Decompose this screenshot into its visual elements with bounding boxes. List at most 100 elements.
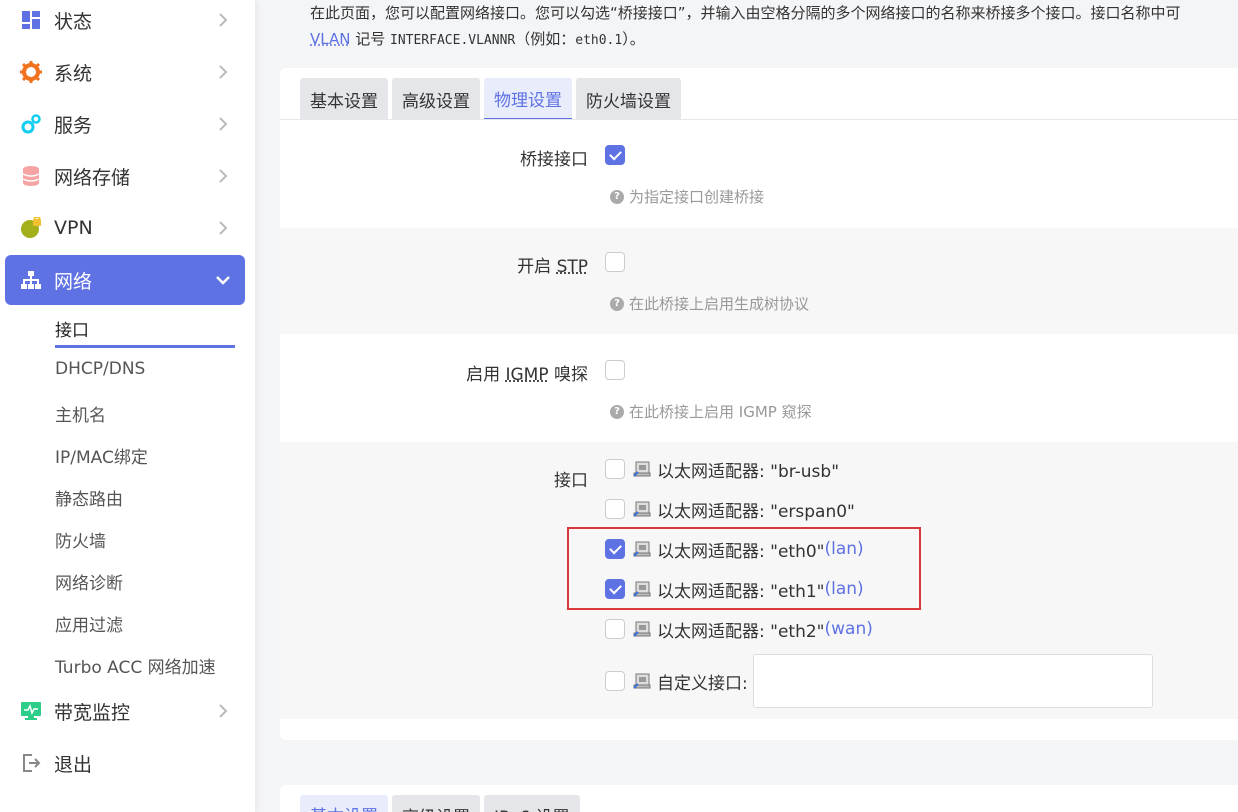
interface-checkbox[interactable]	[605, 619, 625, 639]
interface-option-erspan0[interactable]: 以太网适配器: "erspan0"	[605, 497, 855, 521]
sidebar-item-status[interactable]: 状态	[5, 0, 245, 45]
globe-lock-icon	[20, 217, 42, 239]
sitemap-icon	[20, 269, 42, 291]
chevron-right-icon	[213, 65, 233, 79]
tab-advanced-settings[interactable]: 高级设置	[392, 78, 480, 120]
bridge-hint: ? 为指定接口创建桥接	[610, 186, 764, 207]
bridge-section	[280, 120, 1238, 228]
hint-text: 在此桥接上启用生成树协议	[629, 293, 809, 314]
sidebar-subitem-dhcp-dns[interactable]: DHCP/DNS	[55, 359, 145, 379]
description-text: 记号	[350, 30, 390, 48]
gear-icon	[20, 61, 42, 83]
chevron-down-icon	[213, 275, 233, 285]
interface-option-eth2[interactable]: 以太网适配器: "eth2" (wan)	[605, 617, 873, 641]
bridge-label: 桥接接口	[520, 145, 588, 170]
sidebar-subitem-hostnames[interactable]: 主机名	[55, 401, 106, 426]
igmp-abbr: IGMP	[505, 365, 548, 385]
chevron-right-icon	[213, 221, 233, 235]
label-text: 嗅探	[549, 365, 588, 385]
custom-interface-option[interactable]: 自定义接口:	[605, 654, 1153, 708]
tab-ipv6-settings[interactable]: IPv6 设置	[484, 795, 580, 812]
sidebar-item-label: 网络存储	[54, 163, 213, 190]
label-text: 启用	[466, 365, 505, 385]
sidebar-subitem-interfaces[interactable]: 接口	[55, 316, 89, 341]
bottom-settings-tabs: 基本设置 高级设置 IPv6 设置	[300, 795, 584, 812]
hint-text: 在此桥接上启用 IGMP 窥探	[629, 401, 812, 422]
sidebar-item-storage[interactable]: 网络存储	[5, 151, 245, 201]
selection-highlight-box	[567, 527, 921, 610]
sidebar-item-label: 带宽监控	[54, 698, 213, 725]
sidebar-item-vpn[interactable]: VPN	[5, 203, 245, 253]
stp-label: 开启 STP	[517, 252, 588, 277]
help-icon: ?	[610, 405, 624, 419]
sidebar: 状态 系统 服务 网络存储 VPN 网络 接口 DHCP/DNS 主机名 IP/…	[0, 0, 255, 812]
ethernet-icon	[633, 500, 651, 518]
logout-icon	[20, 752, 42, 774]
ethernet-icon	[633, 672, 651, 690]
sidebar-item-label: 退出	[54, 750, 245, 777]
sidebar-subitem-app-filter[interactable]: 应用过滤	[55, 611, 123, 636]
sidebar-item-label: 状态	[54, 7, 213, 34]
tab-general-settings[interactable]: 基本设置	[300, 78, 388, 120]
monitor-icon	[20, 700, 42, 722]
igmp-checkbox[interactable]	[605, 360, 625, 380]
tab-advanced-settings[interactable]: 高级设置	[392, 795, 480, 812]
chevron-right-icon	[213, 169, 233, 183]
settings-tabs: 基本设置 高级设置 物理设置 防火墙设置	[300, 78, 685, 120]
chevron-right-icon	[213, 13, 233, 27]
ethernet-icon	[633, 460, 651, 478]
tab-general-settings[interactable]: 基本设置	[300, 795, 388, 812]
stp-section	[280, 228, 1238, 334]
network-link[interactable]: (wan)	[825, 619, 873, 639]
stp-hint: ? 在此桥接上启用生成树协议	[610, 293, 809, 314]
sidebar-item-label: 服务	[54, 111, 213, 138]
sidebar-subitem-turbo-acc[interactable]: Turbo ACC 网络加速	[55, 653, 216, 678]
sidebar-item-services[interactable]: 服务	[5, 99, 245, 149]
ethernet-icon	[633, 620, 651, 638]
description-text: ）。	[622, 30, 645, 48]
sidebar-subitem-diagnostics[interactable]: 网络诊断	[55, 569, 123, 594]
active-subitem-underline	[55, 345, 235, 348]
description-line-2: VLAN 记号 INTERFACE.VLANNR（例如：eth0.1）。	[310, 26, 1238, 54]
interface-name: 以太网适配器: "erspan0"	[657, 497, 855, 522]
igmp-label: 启用 IGMP 嗅探	[466, 360, 588, 385]
interface-checkbox[interactable]	[605, 499, 625, 519]
description-text: （例如：	[515, 30, 575, 48]
hint-text: 为指定接口创建桥接	[629, 186, 764, 207]
dashboard-icon	[20, 9, 42, 31]
sidebar-item-system[interactable]: 系统	[5, 47, 245, 97]
custom-interface-checkbox[interactable]	[605, 671, 625, 691]
vlan-abbr: VLAN	[310, 30, 350, 48]
sidebar-item-label: 网络	[54, 267, 213, 294]
code-text: eth0.1	[575, 33, 622, 48]
code-text: INTERFACE.VLANNR	[390, 33, 515, 48]
cogs-icon	[20, 113, 42, 135]
interfaces-label: 接口	[554, 466, 588, 491]
tab-physical-settings[interactable]: 物理设置	[484, 78, 572, 120]
label-text: 开启	[517, 257, 556, 277]
interface-option-br-usb[interactable]: 以太网适配器: "br-usb"	[605, 457, 839, 481]
sidebar-item-network[interactable]: 网络	[5, 255, 245, 305]
sidebar-subitem-static-routes[interactable]: 静态路由	[55, 485, 123, 510]
sidebar-item-bandwidth[interactable]: 带宽监控	[5, 686, 245, 736]
database-icon	[20, 165, 42, 187]
stp-abbr: STP	[557, 257, 588, 277]
interface-name: 以太网适配器: "eth2"	[657, 617, 825, 642]
sidebar-subitem-ip-mac-binding[interactable]: IP/MAC绑定	[55, 443, 148, 468]
page-description: 在此页面，您可以配置网络接口。您可以勾选“桥接接口”，并输入由空格分隔的多个网络…	[310, 0, 1238, 54]
help-icon: ?	[610, 190, 624, 204]
tab-firewall-settings[interactable]: 防火墙设置	[576, 78, 681, 120]
chevron-right-icon	[213, 117, 233, 131]
stp-checkbox[interactable]	[605, 252, 625, 272]
igmp-section	[280, 334, 1238, 442]
chevron-right-icon	[213, 704, 233, 718]
sidebar-item-label: 系统	[54, 59, 213, 86]
bridge-checkbox[interactable]	[605, 145, 625, 165]
sidebar-subitem-firewall[interactable]: 防火墙	[55, 527, 106, 552]
interface-name: 以太网适配器: "br-usb"	[657, 457, 839, 482]
sidebar-item-logout[interactable]: 退出	[5, 738, 245, 788]
description-line-1: 在此页面，您可以配置网络接口。您可以勾选“桥接接口”，并输入由空格分隔的多个网络…	[310, 0, 1238, 26]
interface-checkbox[interactable]	[605, 459, 625, 479]
custom-interface-input[interactable]	[753, 654, 1153, 708]
sidebar-item-label: VPN	[54, 217, 213, 239]
